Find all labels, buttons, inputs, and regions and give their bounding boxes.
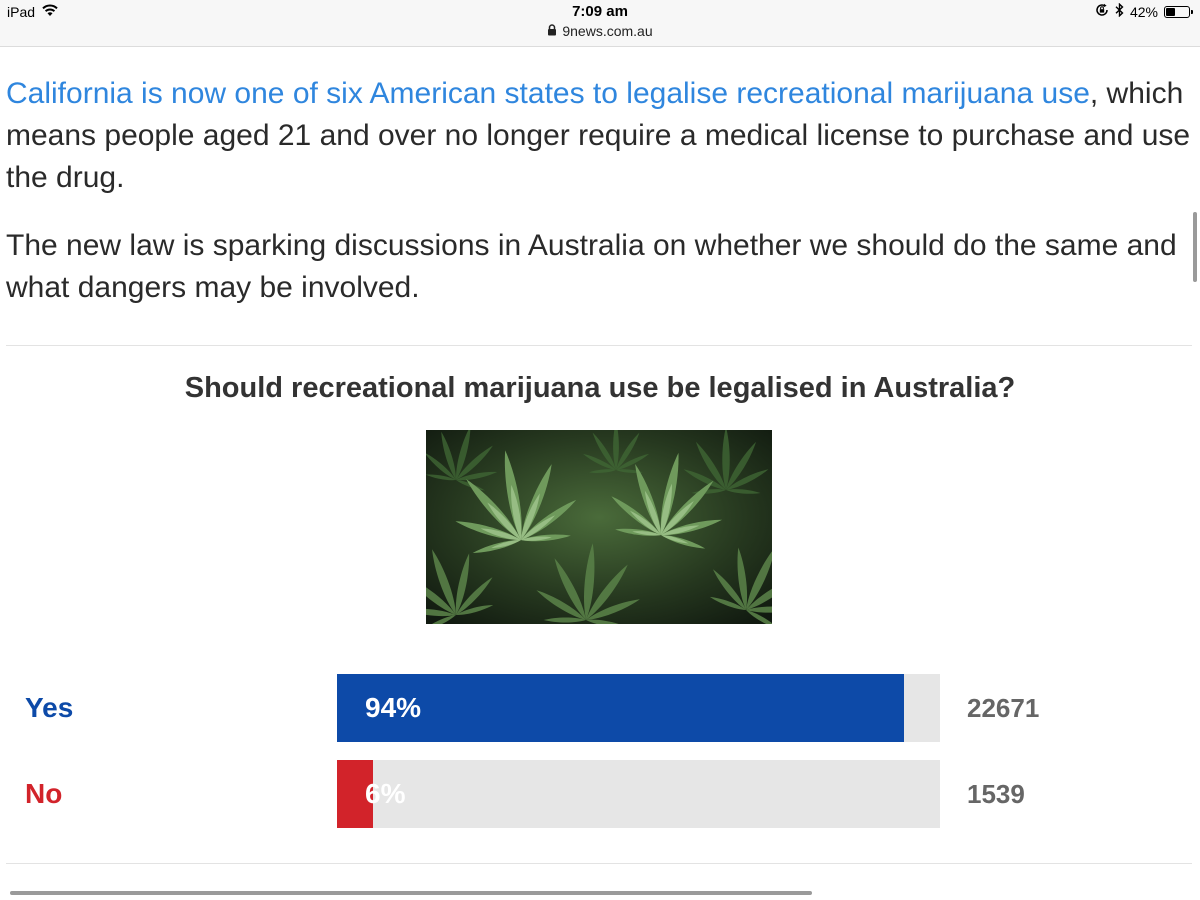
poll-image bbox=[426, 430, 772, 624]
status-bar: iPad 7:09 am 9news.com.au 42% bbox=[0, 0, 1200, 47]
article-paragraph-2: The new law is sparking discussions in A… bbox=[6, 229, 1177, 304]
url-text: 9news.com.au bbox=[562, 23, 653, 39]
poll-option-yes[interactable]: Yes 94% 22671 bbox=[0, 674, 1200, 742]
status-right: 42% bbox=[1095, 2, 1193, 20]
poll-option-label: Yes bbox=[25, 692, 74, 723]
poll-question: Should recreational marijuana use be leg… bbox=[184, 372, 1016, 404]
poll-vote-count: 22671 bbox=[967, 693, 1040, 723]
poll-bar-track: 94% bbox=[337, 674, 940, 742]
status-center: 7:09 am 9news.com.au bbox=[0, 3, 1200, 39]
poll-bar-track: 6% bbox=[337, 760, 940, 828]
battery-level bbox=[1166, 7, 1175, 16]
article-link[interactable]: California is now one of six American st… bbox=[6, 77, 1090, 110]
battery-percent: 42% bbox=[1129, 3, 1158, 20]
poll-percent: 6% bbox=[365, 778, 406, 809]
url-bar[interactable]: 9news.com.au bbox=[0, 23, 1200, 39]
horizontal-scrollbar[interactable] bbox=[10, 891, 812, 895]
poll-option-label: No bbox=[25, 778, 63, 809]
page-scrollbar[interactable] bbox=[1193, 212, 1197, 282]
poll-bar-fill bbox=[337, 674, 904, 742]
divider-top bbox=[6, 345, 1192, 346]
lock-icon bbox=[547, 23, 557, 39]
poll-percent: 94% bbox=[365, 692, 422, 723]
divider-bottom bbox=[6, 863, 1192, 864]
bluetooth-icon bbox=[1115, 2, 1124, 20]
article-paragraph-1: California is now one of six American st… bbox=[6, 73, 1192, 199]
poll-option-no[interactable]: No 6% 1539 bbox=[0, 760, 1200, 828]
status-time: 7:09 am bbox=[572, 3, 628, 20]
rotation-lock-icon bbox=[1095, 3, 1109, 20]
battery-icon bbox=[1164, 5, 1193, 18]
poll-vote-count: 1539 bbox=[967, 779, 1025, 809]
